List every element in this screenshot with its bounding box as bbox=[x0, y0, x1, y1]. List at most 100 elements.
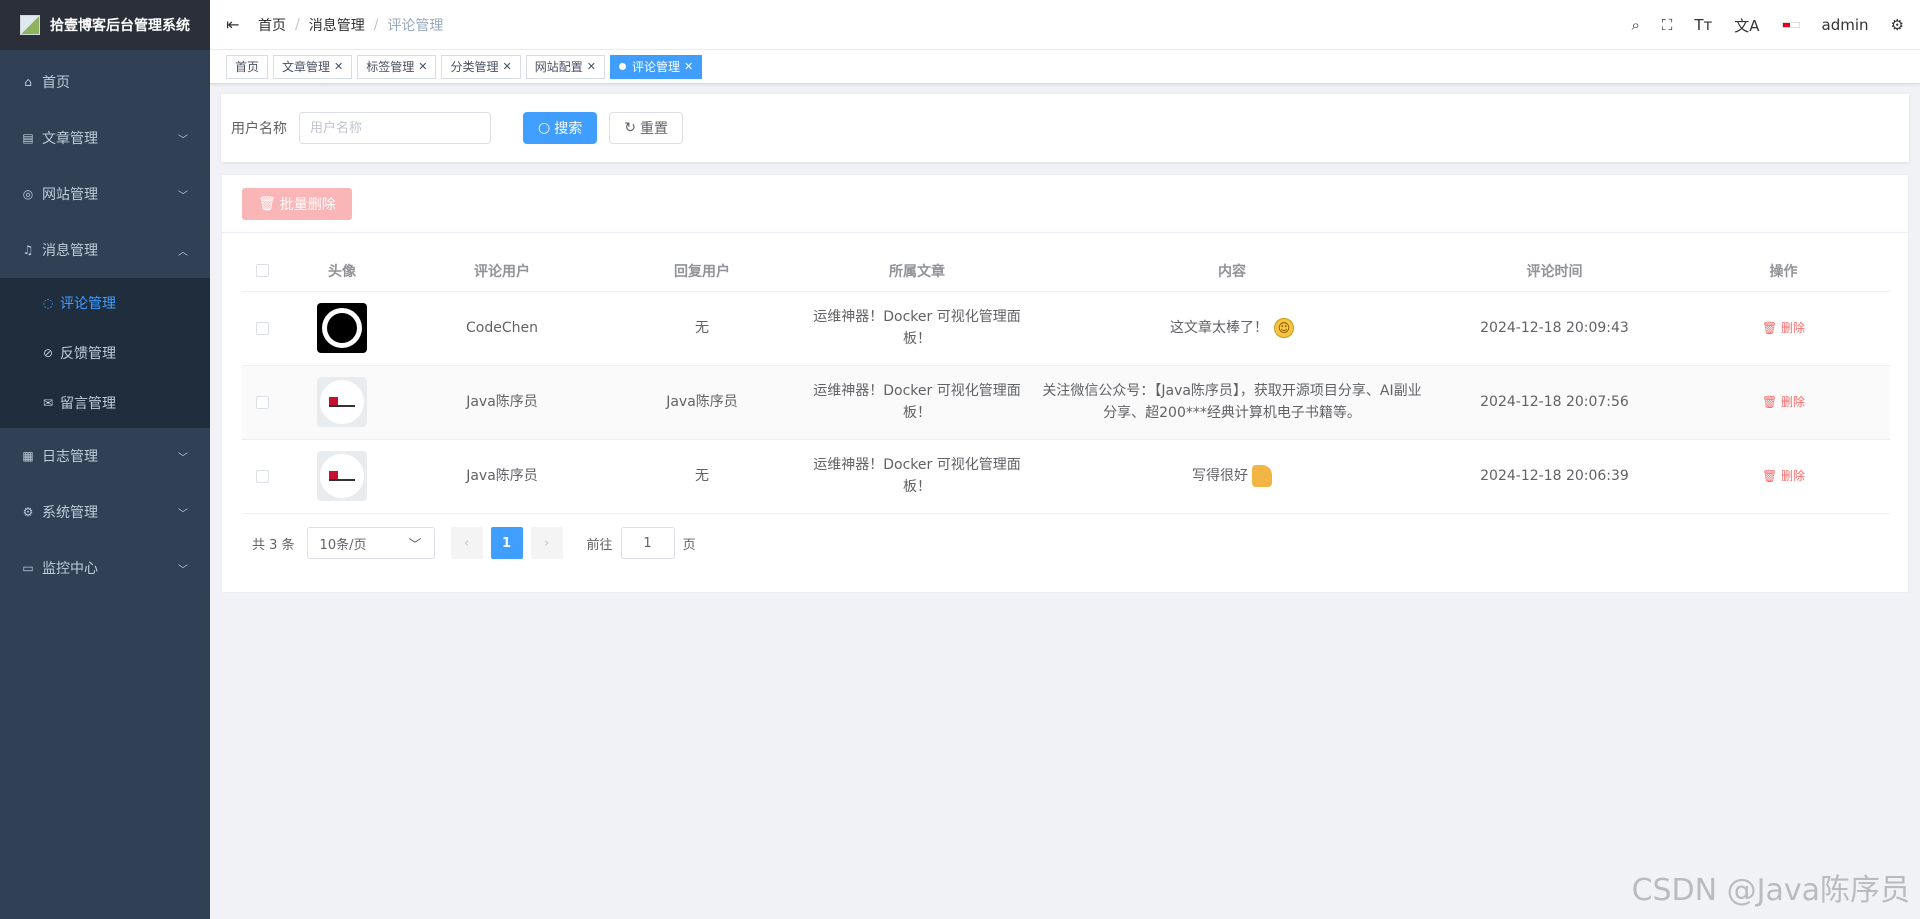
logo-image bbox=[20, 15, 40, 35]
grinning-emoji-icon: ☺ bbox=[1274, 318, 1294, 338]
comments-table: 头像 评论用户 回复用户 所属文章 内容 评论时间 操作 CodeChen 无 … bbox=[242, 251, 1890, 514]
select-all-cell bbox=[242, 251, 282, 292]
article-title: 运维神器！Docker 可视化管理面板！ bbox=[813, 457, 1021, 495]
breadcrumb-separator: / bbox=[373, 16, 379, 33]
batch-delete-button[interactable]: 🗑 批量删除 bbox=[242, 187, 352, 220]
top-navbar: ⇤ 首页 / 消息管理 / 评论管理 ⌕ ⛶ Tт 文A admin ⚙ bbox=[210, 0, 1920, 50]
sidebar-item-guestbook[interactable]: ✉ 留言管理 bbox=[0, 378, 210, 428]
breadcrumb-item[interactable]: 首页 bbox=[258, 15, 286, 35]
article-title: 运维神器！Docker 可视化管理面板！ bbox=[813, 383, 1021, 421]
trash-icon: 🗑 bbox=[258, 195, 276, 212]
sidebar-item-label: 监控中心 bbox=[42, 561, 98, 577]
close-icon[interactable]: ✕ bbox=[503, 60, 512, 73]
sidebar-item-system[interactable]: ⚙ 系统管理 ﹀ bbox=[0, 484, 210, 540]
page-number-current[interactable]: 1 bbox=[490, 527, 523, 559]
sidebar-item-label: 文章管理 bbox=[42, 131, 98, 147]
row-checkbox[interactable] bbox=[255, 321, 269, 335]
java-avatar bbox=[317, 377, 367, 427]
delete-button[interactable]: 🗑 删除 bbox=[1762, 395, 1805, 409]
trash-icon: 🗑 bbox=[1761, 469, 1778, 483]
sidebar-item-monitor[interactable]: ▭ 监控中心 ﹀ bbox=[0, 540, 210, 596]
search-button[interactable]: ○ 搜索 bbox=[523, 112, 598, 144]
chevron-down-icon: ﹀ bbox=[408, 537, 422, 553]
reset-button[interactable]: ↻ 重置 bbox=[609, 112, 683, 144]
row-checkbox[interactable] bbox=[255, 469, 269, 483]
breadcrumb-item[interactable]: 消息管理 bbox=[309, 15, 365, 35]
pagination: 共 3 条 10条/页 ﹀ ‹ 1 › 前往 页 bbox=[252, 527, 696, 559]
search-icon: ○ bbox=[538, 120, 551, 136]
link-icon: ⊘ bbox=[42, 346, 54, 360]
comment-content: 关注微信公众号：【Java陈序员】，获取开源项目分享、AI副业分享、超200**… bbox=[1042, 383, 1422, 421]
select-all-checkbox[interactable] bbox=[255, 264, 269, 278]
thumbs-up-emoji-icon bbox=[1252, 465, 1272, 487]
sidebar-item-comments[interactable]: ◌ 评论管理 bbox=[0, 278, 210, 328]
trash-icon: 🗑 bbox=[1761, 321, 1778, 335]
tag-home[interactable]: 首页 bbox=[226, 54, 269, 79]
fullscreen-icon[interactable]: ⛶ bbox=[1662, 16, 1673, 34]
sidebar-item-feedback[interactable]: ⊘ 反馈管理 bbox=[0, 328, 210, 378]
prev-page-button[interactable]: ‹ bbox=[450, 527, 483, 559]
tag-articles[interactable]: 文章管理 ✕ bbox=[273, 54, 353, 79]
username[interactable]: admin bbox=[1822, 16, 1869, 34]
close-icon[interactable]: ✕ bbox=[418, 60, 427, 73]
user-avatar[interactable] bbox=[1781, 22, 1800, 28]
sidebar-item-messages[interactable]: ♫ 消息管理 ︿ bbox=[0, 222, 210, 278]
sidebar-item-label: 评论管理 bbox=[60, 296, 116, 312]
column-header: 评论时间 bbox=[1432, 251, 1677, 292]
tag-site-config[interactable]: 网站配置 ✕ bbox=[525, 54, 605, 79]
sidebar-item-logs[interactable]: ▦ 日志管理 ﹀ bbox=[0, 428, 210, 484]
right-menu: ⌕ ⛶ Tт 文A admin ⚙ bbox=[1631, 0, 1904, 50]
delete-button[interactable]: 🗑 删除 bbox=[1762, 469, 1805, 483]
translate-icon[interactable]: 文A bbox=[1734, 15, 1759, 36]
tags-view: 首页 文章管理 ✕ 标签管理 ✕ 分类管理 ✕ 网站配置 ✕ 评论管理 ✕ bbox=[210, 50, 1920, 84]
reply-user: 无 bbox=[602, 439, 802, 514]
trash-icon: 🗑 bbox=[1761, 395, 1778, 409]
chevron-down-icon: ﹀ bbox=[178, 508, 188, 520]
settings-icon[interactable]: ⚙ bbox=[1891, 16, 1904, 34]
messages-submenu: ◌ 评论管理 ⊘ 反馈管理 ✉ 留言管理 bbox=[0, 278, 210, 428]
tag-label: 评论管理 bbox=[631, 60, 680, 74]
button-label: 搜索 bbox=[554, 121, 583, 137]
column-header: 评论用户 bbox=[402, 251, 602, 292]
table-card: 🗑 批量删除 头像 评论用户 回复用户 所属文章 内容 评论时间 操作 Code… bbox=[221, 174, 1909, 593]
close-icon[interactable]: ✕ bbox=[334, 60, 343, 73]
page-size-value: 10条/页 bbox=[319, 537, 367, 553]
delete-button[interactable]: 🗑 删除 bbox=[1762, 321, 1805, 335]
table-row: Java陈序员 无 运维神器！Docker 可视化管理面板！ 写得很好 2024… bbox=[242, 439, 1890, 514]
search-icon[interactable]: ⌕ bbox=[1631, 16, 1639, 34]
sidebar-item-website[interactable]: ◎ 网站管理 ﹀ bbox=[0, 166, 210, 222]
gear-icon: ⚙ bbox=[22, 505, 34, 519]
table-row: Java陈序员 Java陈序员 运维神器！Docker 可视化管理面板！ 关注微… bbox=[242, 365, 1890, 440]
page-label: 页 bbox=[682, 537, 696, 553]
delete-label: 删除 bbox=[1781, 469, 1806, 483]
tag-categories[interactable]: 分类管理 ✕ bbox=[441, 54, 521, 79]
hamburger-icon[interactable]: ⇤ bbox=[226, 15, 242, 34]
chevron-down-icon: ﹀ bbox=[178, 564, 188, 576]
sidebar-item-articles[interactable]: ▤ 文章管理 ﹀ bbox=[0, 110, 210, 166]
home-icon: ⌂ bbox=[24, 75, 32, 89]
watermark: CSDN @Java陈序员 bbox=[1631, 873, 1910, 908]
goto-page-input[interactable] bbox=[620, 527, 675, 559]
sidebar-item-home[interactable]: ⌂ 首页 bbox=[0, 54, 210, 110]
font-size-icon[interactable]: Tт bbox=[1694, 16, 1712, 34]
close-icon[interactable]: ✕ bbox=[684, 60, 693, 73]
chevron-down-icon: ﹀ bbox=[178, 190, 188, 202]
chevron-down-icon: ﹀ bbox=[178, 134, 188, 146]
comment-user: Java陈序员 bbox=[402, 439, 602, 514]
article-title: 运维神器！Docker 可视化管理面板！ bbox=[813, 309, 1021, 347]
next-page-button[interactable]: › bbox=[530, 527, 563, 559]
app-logo[interactable]: 拾壹博客后台管理系统 bbox=[0, 0, 210, 50]
row-checkbox[interactable] bbox=[255, 395, 269, 409]
username-input[interactable] bbox=[299, 112, 491, 144]
page-size-select[interactable]: 10条/页 ﹀ bbox=[306, 527, 435, 559]
tag-comments[interactable]: 评论管理 ✕ bbox=[609, 54, 703, 79]
chevron-up-icon: ︿ bbox=[178, 246, 188, 258]
tag-label: 网站配置 bbox=[534, 60, 583, 74]
delete-label: 删除 bbox=[1781, 321, 1806, 335]
sidebar: 拾壹博客后台管理系统 ⌂ 首页 ▤ 文章管理 ﹀ ◎ 网站管理 ﹀ ♫ 消息管理… bbox=[0, 0, 210, 919]
close-icon[interactable]: ✕ bbox=[587, 60, 596, 73]
tag-labels[interactable]: 标签管理 ✕ bbox=[357, 54, 437, 79]
breadcrumb-current: 评论管理 bbox=[387, 17, 444, 34]
java-avatar bbox=[317, 451, 367, 501]
comment-time: 2024-12-18 20:09:43 bbox=[1432, 291, 1677, 366]
